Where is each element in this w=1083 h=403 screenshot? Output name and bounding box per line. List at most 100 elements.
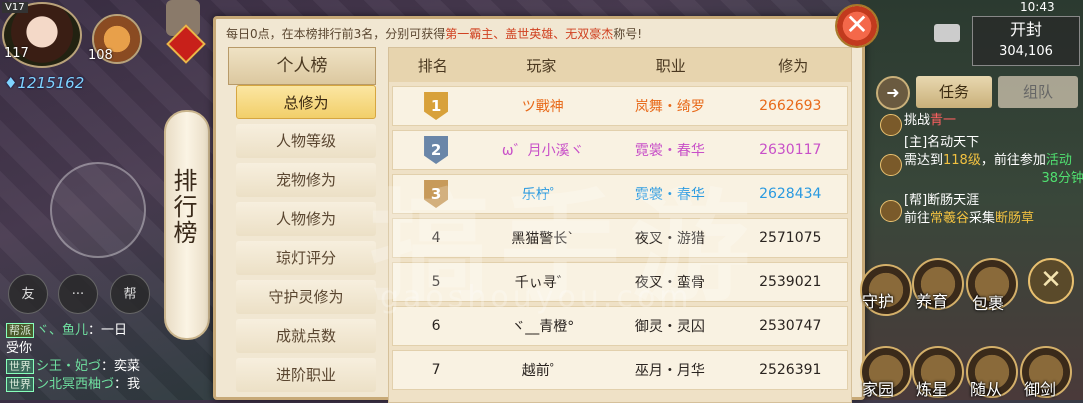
location-name: 开封 (1009, 20, 1042, 39)
table-header: 排名 玩家 职业 修为 (389, 48, 851, 82)
class-cell: 岚舞・绮罗 (634, 99, 705, 115)
voice-button[interactable]: 帮 (110, 274, 150, 314)
player-cell: 千ぃ寻゛ (514, 275, 571, 291)
collapse-arrow-icon[interactable]: ➜ (876, 76, 910, 110)
chat-channel-tag: 世界 (6, 377, 34, 392)
category-pet-cultivation[interactable]: 宠物修为 (236, 163, 376, 197)
bag-label: 包裹 (972, 294, 1005, 313)
task-desc: 前往常羲谷采集断肠草 (904, 211, 1035, 226)
vip-badge: V17 (2, 2, 28, 13)
movement-joystick[interactable] (50, 162, 146, 258)
location-button[interactable]: 开封 304,106 (972, 16, 1080, 66)
task-icon (880, 154, 902, 176)
cultivation-cell: 2526391 (759, 362, 822, 378)
table-row[interactable]: 6 ヾ__青橙° 御灵・灵囚 2530747 (392, 306, 848, 346)
rank-cell: 6 (431, 318, 441, 334)
player-cell: ツ戰神 (521, 99, 564, 115)
category-advanced-class[interactable]: 进阶职业 (236, 358, 376, 392)
rank-cell: 1 (393, 92, 479, 120)
chat-sender: シ王・妃づ (36, 359, 102, 374)
player-cell: 乐柠゜ (521, 187, 564, 203)
chat-text: 受你 (6, 341, 33, 356)
task-icon (880, 114, 902, 136)
friends-button-label: 友 (21, 287, 35, 302)
chat-button[interactable]: ··· (58, 274, 98, 314)
ranking-panel: 每日0点，在本榜排行前3名，分别可获得第一霸主、盖世英雄、无双豪杰称号! 个人榜… (213, 16, 865, 403)
chat-sender: ヾ、鱼儿 (36, 323, 89, 338)
task-target: 青一 (930, 113, 957, 128)
cultivation-cell: 2539021 (759, 274, 822, 290)
class-cell: 夜叉・游猎 (634, 231, 705, 247)
rank-cell: 7 (431, 362, 441, 378)
player-cell: 黑猫警长` (511, 231, 575, 247)
task-item[interactable]: 挑战青一 (904, 112, 1083, 130)
player-power-value: 1215162 (17, 74, 85, 92)
category-lantern-score[interactable]: 琼灯评分 (236, 241, 376, 275)
follower-label: 随从 (970, 380, 1003, 399)
silver-medal-icon: 2 (424, 136, 449, 164)
chat-text: ：我 (114, 377, 141, 392)
cultivation-cell: 2628434 (759, 186, 822, 202)
hourglass-icon (880, 200, 902, 222)
player-cell: ヾ__青橙° (511, 319, 575, 335)
task-item[interactable]: [主]名动天下 需达到118级，前往参加活动 38分钟 (904, 134, 1083, 188)
ranking-scroll-title: 排行榜 (169, 168, 197, 246)
task-line: 挑战 (904, 113, 931, 128)
class-cell: 霓裳・春华 (634, 187, 705, 203)
class-cell: 夜叉・蛮骨 (634, 275, 705, 291)
rank-cell: 5 (431, 274, 441, 290)
close-menu-icon[interactable]: ✕ (1028, 258, 1074, 304)
table-row[interactable]: 7 越前゜ 巫月・月华 2526391 (392, 350, 848, 390)
table-row[interactable]: 3 乐柠゜ 霓裳・春华 2628434 (392, 174, 848, 214)
task-item[interactable]: [帮]断肠天涯 前往常羲谷采集断肠草 (904, 192, 1083, 228)
chat-line: 世界 ン北冥西柚づ：我 (6, 376, 166, 394)
table-row[interactable]: 5 千ぃ寻゛ 夜叉・蛮骨 2539021 (392, 262, 848, 302)
tab-personal-ranking[interactable]: 个人榜 (228, 47, 376, 85)
cultivation-cell: 2530747 (759, 318, 822, 334)
ranking-scroll: 排行榜 (164, 110, 210, 340)
table-row[interactable]: 4 黑猫警长` 夜叉・游猎 2571075 (392, 218, 848, 258)
notice-prefix: 每日0点，在本榜排行前3名，分别可获得 (226, 27, 446, 41)
column-player: 玩家 (526, 56, 557, 75)
rank-cell: 4 (431, 230, 441, 246)
tab-tasks[interactable]: 任务 (916, 76, 992, 108)
category-character-level[interactable]: 人物等级 (236, 124, 376, 158)
chat-channel-tag: 世界 (6, 359, 34, 374)
task-tracker[interactable]: 挑战青一 [主]名动天下 需达到118级，前往参加活动 38分钟 [帮]断肠天涯… (904, 112, 1083, 232)
table-row[interactable]: 2 ω゛月小溪ヾ 霓裳・春华 2630117 (392, 130, 848, 170)
home-label: 家园 (862, 380, 895, 399)
pet-level: 108 (88, 48, 113, 63)
class-cell: 霓裳・春华 (634, 143, 705, 159)
cultivation-cell: 2630117 (759, 142, 822, 158)
close-icon: ✕ (845, 8, 869, 41)
notice-suffix: 称号! (613, 27, 643, 41)
column-cultivation: 修为 (778, 56, 809, 75)
task-title: [主]名动天下 (904, 135, 980, 150)
chat-channel-tag: 帮派 (6, 323, 34, 338)
tab-team[interactable]: 组队 (998, 76, 1078, 108)
gold-medal-icon: 1 (424, 92, 449, 120)
category-character-cultivation[interactable]: 人物修为 (236, 202, 376, 236)
category-total-cultivation[interactable]: 总修为 (236, 85, 376, 119)
location-coords: 304,106 (999, 44, 1053, 59)
ranking-notice: 每日0点，在本榜排行前3名，分别可获得第一霸主、盖世英雄、无双豪杰称号! (226, 25, 766, 42)
cultivation-cell: 2662693 (759, 98, 822, 114)
category-achievement-points[interactable]: 成就点数 (236, 319, 376, 353)
chat-line: 帮派 ヾ、鱼儿：一日 (6, 322, 166, 340)
column-class: 职业 (655, 56, 686, 75)
rank-cell: 3 (393, 180, 479, 208)
rank-cell: 2 (393, 136, 479, 164)
cultivation-cell: 2571075 (759, 230, 822, 246)
ranking-table: 排名 玩家 职业 修为 1 ツ戰神 岚舞・绮罗 2662693 2 ω゛月小溪ヾ… (388, 47, 852, 403)
class-cell: 御灵・灵囚 (634, 319, 705, 335)
bronze-medal-icon: 3 (424, 180, 449, 208)
table-row[interactable]: 1 ツ戰神 岚舞・绮罗 2662693 (392, 86, 848, 126)
voice-button-label: 帮 (123, 287, 137, 302)
close-panel-button[interactable]: ✕ (835, 4, 879, 48)
chat-box[interactable]: 帮派 ヾ、鱼儿：一日 受你 世界 シ王・妃づ：奕菜 世界 ン北冥西柚づ：我 (6, 322, 166, 394)
nurture-label: 养育 (916, 292, 949, 311)
camera-icon[interactable] (934, 24, 960, 42)
chat-text: ：奕菜 (101, 359, 141, 374)
friends-button[interactable]: 友 (8, 274, 48, 314)
category-guardian-cultivation[interactable]: 守护灵修为 (236, 280, 376, 314)
